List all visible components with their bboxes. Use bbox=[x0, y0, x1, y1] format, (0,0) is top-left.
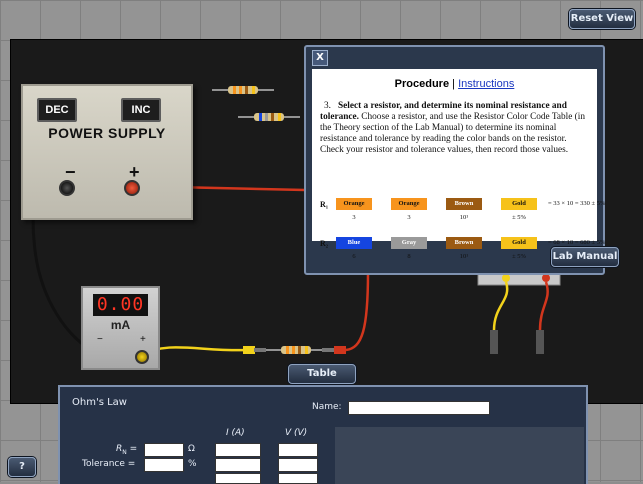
band-4-value: ± 5% bbox=[512, 214, 526, 221]
band-1: Blue bbox=[336, 237, 372, 249]
procedure-header: Procedure | Instructions bbox=[312, 78, 597, 90]
current-header: I (A) bbox=[226, 428, 245, 438]
rn-label: RN = bbox=[116, 444, 138, 456]
close-icon[interactable]: X bbox=[312, 50, 328, 66]
procedure-step: 3. Select a resistor, and determine its n… bbox=[320, 101, 588, 156]
lab-manual-button[interactable]: Lab Manual bbox=[551, 247, 619, 267]
help-button[interactable]: ? bbox=[8, 457, 36, 477]
rn-input[interactable] bbox=[144, 443, 184, 457]
inc-button[interactable]: INC bbox=[121, 98, 161, 122]
voltage-input-2[interactable] bbox=[278, 458, 318, 472]
header-separator: | bbox=[449, 78, 459, 90]
ohms-law-title: Ohm's Law bbox=[72, 397, 127, 408]
resistance-equation: = 68 × 10 = 680 ± 5% bbox=[548, 239, 606, 246]
ammeter-negative-sign: − bbox=[97, 334, 103, 345]
band-4: Gold bbox=[501, 237, 537, 249]
band-2-value: 8 bbox=[407, 253, 411, 260]
power-supply: DEC INC POWER SUPPLY − + bbox=[21, 84, 193, 220]
voltage-input-1[interactable] bbox=[278, 443, 318, 457]
tolerance-label: Tolerance = bbox=[82, 459, 136, 469]
ammeter: 0.00 mA − + bbox=[81, 286, 160, 370]
table-tab[interactable]: Table bbox=[288, 364, 356, 384]
band-3-value: 10¹ bbox=[459, 253, 469, 260]
dec-button[interactable]: DEC bbox=[37, 98, 77, 122]
band-3: Brown bbox=[446, 198, 482, 210]
band-2: Gray bbox=[391, 237, 427, 249]
tolerance-input[interactable] bbox=[144, 458, 184, 472]
percent-unit: % bbox=[188, 459, 197, 469]
negative-terminal[interactable] bbox=[59, 180, 75, 196]
band-2-value: 3 bbox=[407, 214, 411, 221]
resistor-row-r1: R₁ Orange Orange Brown Gold 3 3 10¹ ± 5%… bbox=[316, 196, 605, 226]
name-field[interactable] bbox=[348, 401, 490, 415]
band-1-value: 3 bbox=[352, 214, 356, 221]
resistor-label: R₁ bbox=[320, 200, 329, 209]
ammeter-positive-sign: + bbox=[140, 334, 146, 345]
ohms-law-panel: Ohm's Law Name: I (A) V (V) RN = Ω Toler… bbox=[58, 385, 588, 484]
resistance-equation: = 33 × 10 = 330 ± 5% bbox=[548, 200, 606, 207]
instructions-link[interactable]: Instructions bbox=[458, 78, 514, 90]
ammeter-positive-terminal[interactable] bbox=[135, 350, 149, 364]
voltage-header: V (V) bbox=[285, 428, 308, 438]
current-input-2[interactable] bbox=[215, 458, 261, 472]
band-4-value: ± 5% bbox=[512, 253, 526, 260]
band-1: Orange bbox=[336, 198, 372, 210]
voltage-input-3[interactable] bbox=[278, 473, 318, 484]
band-1-value: 6 bbox=[352, 253, 356, 260]
ammeter-display: 0.00 bbox=[93, 294, 148, 316]
procedure-panel: X Procedure | Instructions 3. Select a re… bbox=[304, 45, 619, 275]
name-label: Name: bbox=[312, 402, 342, 412]
step-number: 3. bbox=[324, 101, 331, 111]
band-4: Gold bbox=[501, 198, 537, 210]
positive-terminal[interactable] bbox=[124, 180, 140, 196]
power-supply-title: POWER SUPPLY bbox=[48, 125, 166, 141]
graph-area bbox=[335, 427, 584, 484]
current-input-1[interactable] bbox=[215, 443, 261, 457]
resistor-label: R₂ bbox=[320, 239, 329, 248]
ohm-unit: Ω bbox=[188, 444, 195, 454]
band-3-value: 10¹ bbox=[459, 214, 469, 221]
procedure-title: Procedure bbox=[394, 78, 450, 90]
current-input-3[interactable] bbox=[215, 473, 261, 484]
band-2: Orange bbox=[391, 198, 427, 210]
resistor-spare-2[interactable] bbox=[238, 113, 300, 121]
ammeter-unit: mA bbox=[110, 318, 131, 332]
resistor-spare-1[interactable] bbox=[212, 86, 274, 94]
step-text: Choose a resistor, and use the Resistor … bbox=[320, 112, 586, 155]
band-3: Brown bbox=[446, 237, 482, 249]
procedure-content: Procedure | Instructions 3. Select a resi… bbox=[312, 69, 605, 260]
